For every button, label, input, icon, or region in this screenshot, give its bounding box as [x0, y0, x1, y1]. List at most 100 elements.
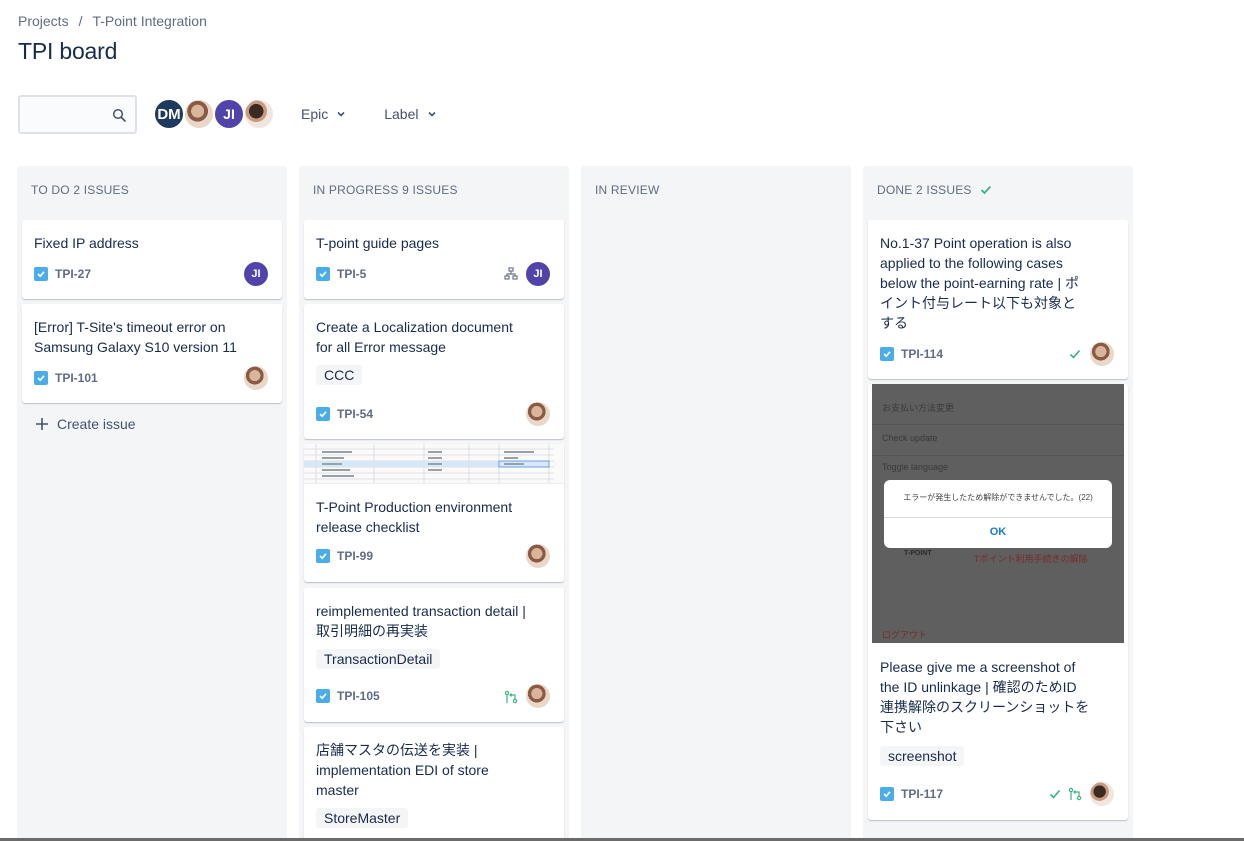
search-input[interactable] [20, 96, 110, 132]
search-icon [112, 108, 126, 122]
task-type-icon [316, 689, 330, 703]
assignee-avatar[interactable] [526, 684, 550, 708]
create-issue-button[interactable]: Create issue [35, 416, 136, 432]
issue-key-text: TPI-114 [901, 347, 944, 361]
breadcrumb-projects-link[interactable]: Projects [18, 13, 69, 29]
epic-filter-label: Epic [301, 106, 329, 122]
issue-label[interactable]: screenshot [880, 746, 965, 766]
column-done: DONE 2 ISSUES No.1-37 Point operation is… [863, 166, 1133, 841]
issue-key: TPI-114 [880, 347, 943, 361]
label-filter-label: Label [384, 106, 419, 122]
epic-filter-button[interactable]: Epic [297, 100, 350, 128]
issue-key-text: TPI-99 [337, 549, 374, 563]
done-check-icon [980, 185, 991, 195]
column-header: DONE 2 ISSUES [877, 183, 992, 197]
page-title: TPI board [18, 38, 118, 64]
board-toolbar: DM JI Epic Label [18, 94, 441, 134]
screenshot-error-dialog: エラーが発生したため解除ができませんでした。(22) OK [884, 480, 1112, 548]
issue-card[interactable]: Fixed IP address TPI-27 JI [22, 220, 282, 299]
screenshot-brand: T-POINT [904, 550, 932, 557]
issue-card[interactable]: 店舗マスタの伝送を実装 | implementation EDI of stor… [304, 727, 564, 841]
pull-request-icon [1068, 787, 1082, 801]
issue-title: [Error] T-Site's timeout error on Samsun… [34, 319, 237, 355]
assignee-avatar[interactable] [244, 366, 268, 390]
resolved-check-icon [1049, 789, 1061, 799]
issue-title: 店舗マスタの伝送を実装 | implementation EDI of stor… [316, 742, 489, 798]
child-issues-icon [504, 267, 518, 280]
issue-key-text: TPI-54 [337, 407, 374, 421]
screenshot-row: お支払い方法変更 [882, 403, 955, 413]
issue-card[interactable]: お支払い方法変更 Check update Toggle language エラ… [868, 384, 1128, 820]
issue-key-text: TPI-117 [901, 787, 944, 801]
breadcrumb-project-link[interactable]: T-Point Integration [92, 13, 206, 29]
breadcrumb-separator: / [78, 13, 83, 29]
screenshot-row: Check update [882, 433, 938, 443]
search-box[interactable] [18, 94, 137, 134]
avatar-dm[interactable]: DM [153, 98, 185, 130]
issue-label[interactable]: TransactionDetail [316, 649, 441, 669]
issue-cover-image [304, 444, 564, 484]
screenshot-link: Tポイント利用手続きの解除 [974, 554, 1088, 564]
label-filter-button[interactable]: Label [380, 100, 440, 128]
pull-request-icon [504, 690, 518, 704]
screenshot-logout: ログアウト [882, 630, 928, 640]
avatar-photo[interactable] [183, 98, 215, 130]
issue-key: TPI-5 [316, 267, 366, 281]
avatar-ji[interactable]: JI [213, 98, 245, 130]
chevron-down-icon [337, 111, 345, 117]
issue-label[interactable]: StoreMaster [316, 808, 409, 828]
plus-icon [36, 418, 48, 430]
issue-card[interactable]: Create a Localization document for all E… [304, 304, 564, 439]
column-in-progress: IN PROGRESS 9 ISSUES T-point guide pages… [299, 166, 569, 841]
issue-title: Please give me a screenshot of the ID un… [880, 659, 1090, 735]
issue-card[interactable]: T-Point Production environment release c… [304, 444, 564, 582]
issue-title: T-Point Production environment release c… [316, 499, 513, 535]
task-type-icon [316, 549, 330, 563]
task-type-icon [34, 267, 48, 281]
assignee-avatar[interactable] [1090, 342, 1114, 366]
issue-key: TPI-101 [34, 371, 98, 385]
assignee-avatar-filter: DM JI [153, 98, 275, 130]
issue-label[interactable]: CCC [316, 365, 363, 385]
issue-card[interactable]: T-point guide pages TPI-5 JI [304, 220, 564, 299]
assignee-avatar[interactable] [1090, 782, 1114, 806]
column-todo: TO DO 2 ISSUES Fixed IP address TPI-27 J… [17, 166, 287, 841]
task-type-icon [316, 267, 330, 281]
issue-title: T-point guide pages [316, 235, 439, 251]
issue-title: Fixed IP address [34, 235, 139, 251]
dialog-ok-text: OK [989, 526, 1007, 538]
issue-card[interactable]: No.1-37 Point operation is also applied … [868, 220, 1128, 379]
assignee-avatar[interactable]: JI [526, 262, 550, 286]
column-title: DONE 2 ISSUES [877, 183, 972, 197]
column-title: IN REVIEW [595, 183, 660, 197]
column-title: TO DO 2 ISSUES [31, 183, 129, 197]
issue-card[interactable]: [Error] T-Site's timeout error on Samsun… [22, 304, 282, 403]
column-header: TO DO 2 ISSUES [31, 183, 129, 197]
task-type-icon [316, 407, 330, 421]
task-type-icon [880, 347, 894, 361]
column-title: IN PROGRESS 9 ISSUES [313, 183, 458, 197]
assignee-avatar[interactable] [526, 402, 550, 426]
column-header: IN REVIEW [595, 183, 659, 197]
chevron-down-icon [427, 111, 436, 117]
issue-key-text: TPI-5 [337, 267, 367, 281]
column-header: IN PROGRESS 9 ISSUES [313, 183, 458, 197]
resolved-check-icon [1069, 349, 1081, 359]
assignee-avatar[interactable] [526, 544, 550, 568]
issue-card[interactable]: reimplemented transaction detail | 取引明細の… [304, 588, 564, 722]
issue-key-text: TPI-105 [337, 689, 380, 703]
avatar-photo[interactable] [243, 98, 275, 130]
issue-key: TPI-27 [34, 267, 91, 281]
issue-cover-image: お支払い方法変更 Check update Toggle language エラ… [872, 384, 1124, 643]
dialog-message: エラーが発生したため解除ができませんでした。(22) [903, 493, 1093, 502]
create-issue-label: Create issue [57, 416, 136, 432]
assignee-avatar[interactable]: JI [244, 262, 268, 286]
issue-title: Create a Localization document for all E… [316, 319, 513, 355]
issue-key: TPI-99 [316, 549, 373, 563]
issue-title: reimplemented transaction detail | 取引明細の… [316, 603, 526, 639]
issue-key-text: TPI-27 [55, 267, 92, 281]
task-type-icon [880, 787, 894, 801]
issue-title: No.1-37 Point operation is also applied … [880, 235, 1079, 331]
issue-key-text: TPI-101 [55, 371, 98, 385]
issue-key: TPI-54 [316, 407, 373, 421]
